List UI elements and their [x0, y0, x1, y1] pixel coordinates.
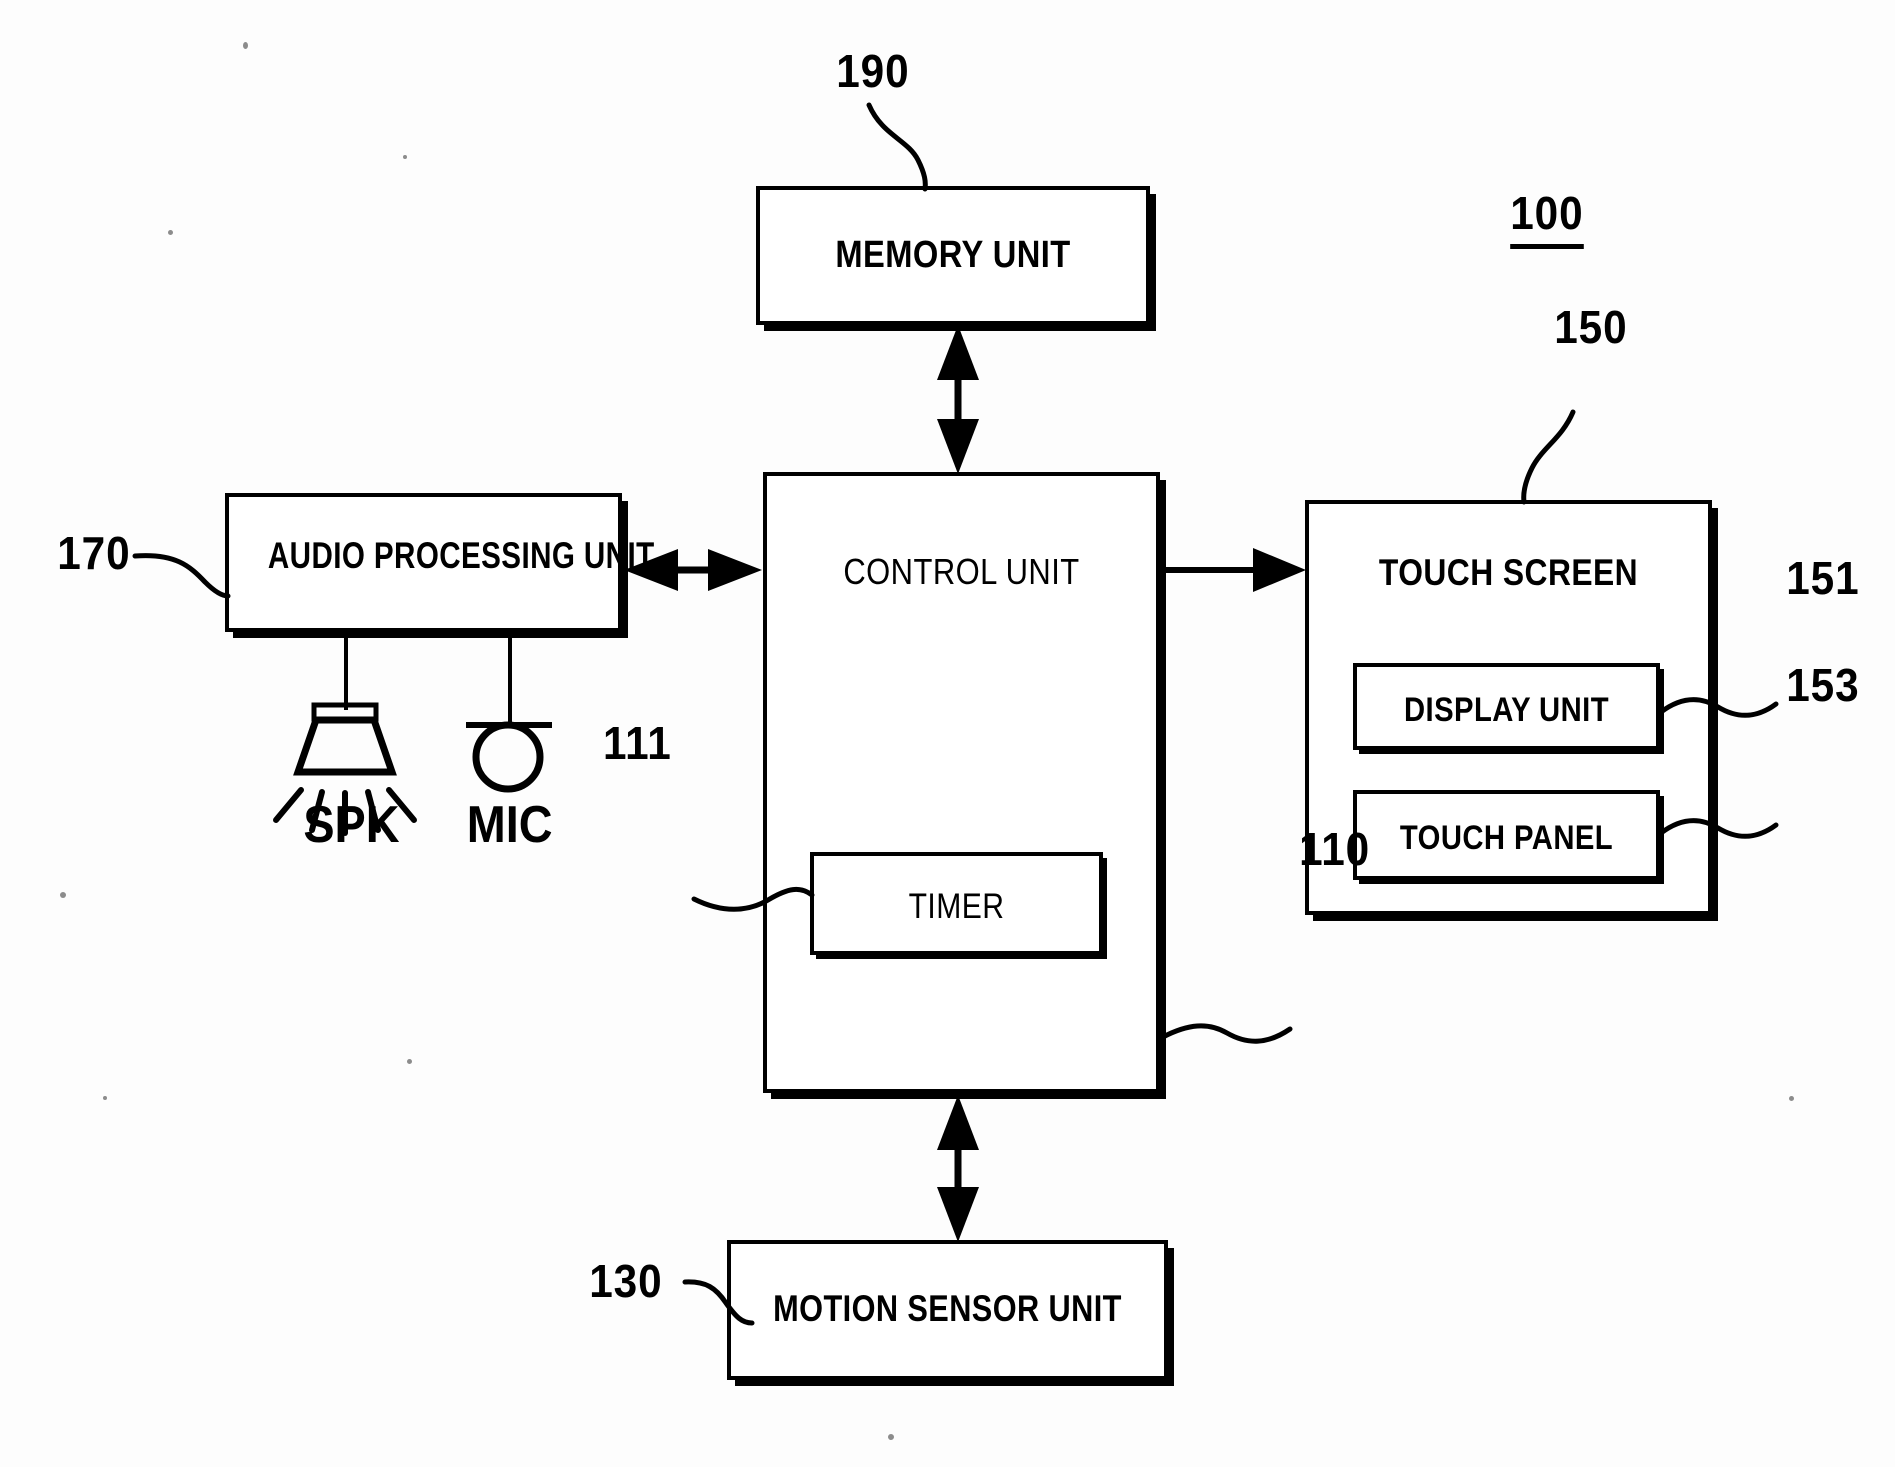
numeral-153: 153: [1786, 659, 1860, 711]
memory-unit-label: MEMORY UNIT: [835, 234, 1071, 276]
audio-processing-unit-block: AUDIO PROCESSING UNIT: [225, 493, 655, 632]
memory-control-double-arrow: [937, 325, 979, 474]
numeral-100: 100: [1510, 186, 1584, 249]
microphone-connector-line: [508, 632, 512, 727]
speaker-text-label: SPK: [303, 796, 400, 854]
scan-speck: [168, 230, 173, 235]
numeral-150: 150: [1554, 301, 1628, 353]
speaker-cone-icon: [293, 716, 397, 776]
scan-speck: [243, 42, 248, 49]
numeral-190: 190: [836, 45, 910, 97]
patent-figure-canvas: MEMORY UNIT CONTROL UNIT TIMER AUDIO PRO…: [0, 0, 1895, 1467]
microphone-text-label: MIC: [466, 796, 553, 854]
timer-label: TIMER: [908, 887, 1005, 926]
memory-unit-block: MEMORY UNIT: [756, 186, 1150, 325]
audio-processing-unit-label: AUDIO PROCESSING UNIT: [267, 535, 655, 576]
speaker-connector-line: [344, 632, 348, 710]
scan-speck: [888, 1434, 894, 1440]
leader-line-170: [132, 553, 231, 599]
leader-line-110: [1160, 1023, 1293, 1044]
touch-screen-label: TOUCH SCREEN: [1378, 552, 1639, 593]
numeral-151: 151: [1786, 552, 1860, 604]
display-unit-label: DISPLAY UNIT: [1403, 691, 1610, 729]
touch-panel-label: TOUCH PANEL: [1399, 819, 1614, 857]
control-unit-block: CONTROL UNIT: [763, 472, 1160, 1093]
control-touchscreen-arrow: [1160, 548, 1306, 592]
numeral-110: 110: [1299, 823, 1371, 875]
numeral-111: 111: [602, 717, 672, 769]
scan-speck: [1789, 1096, 1794, 1101]
control-motion-double-arrow: [937, 1095, 979, 1242]
leader-line-150: [1521, 409, 1576, 505]
numeral-130: 130: [589, 1255, 663, 1307]
touch-panel-block: TOUCH PANEL: [1353, 790, 1660, 880]
leader-line-190: [866, 102, 928, 192]
microphone-capsule-icon: [472, 721, 544, 793]
timer-block: TIMER: [810, 852, 1103, 955]
scan-speck: [407, 1059, 412, 1064]
control-unit-label: CONTROL UNIT: [843, 551, 1080, 592]
display-unit-block: DISPLAY UNIT: [1353, 663, 1660, 750]
motion-sensor-unit-label: MOTION SENSOR UNIT: [773, 1288, 1122, 1329]
numeral-170: 170: [57, 527, 131, 579]
motion-sensor-unit-block: MOTION SENSOR UNIT: [727, 1240, 1168, 1380]
scan-speck: [60, 892, 66, 898]
scan-speck: [403, 155, 407, 159]
scan-speck: [103, 1096, 107, 1100]
